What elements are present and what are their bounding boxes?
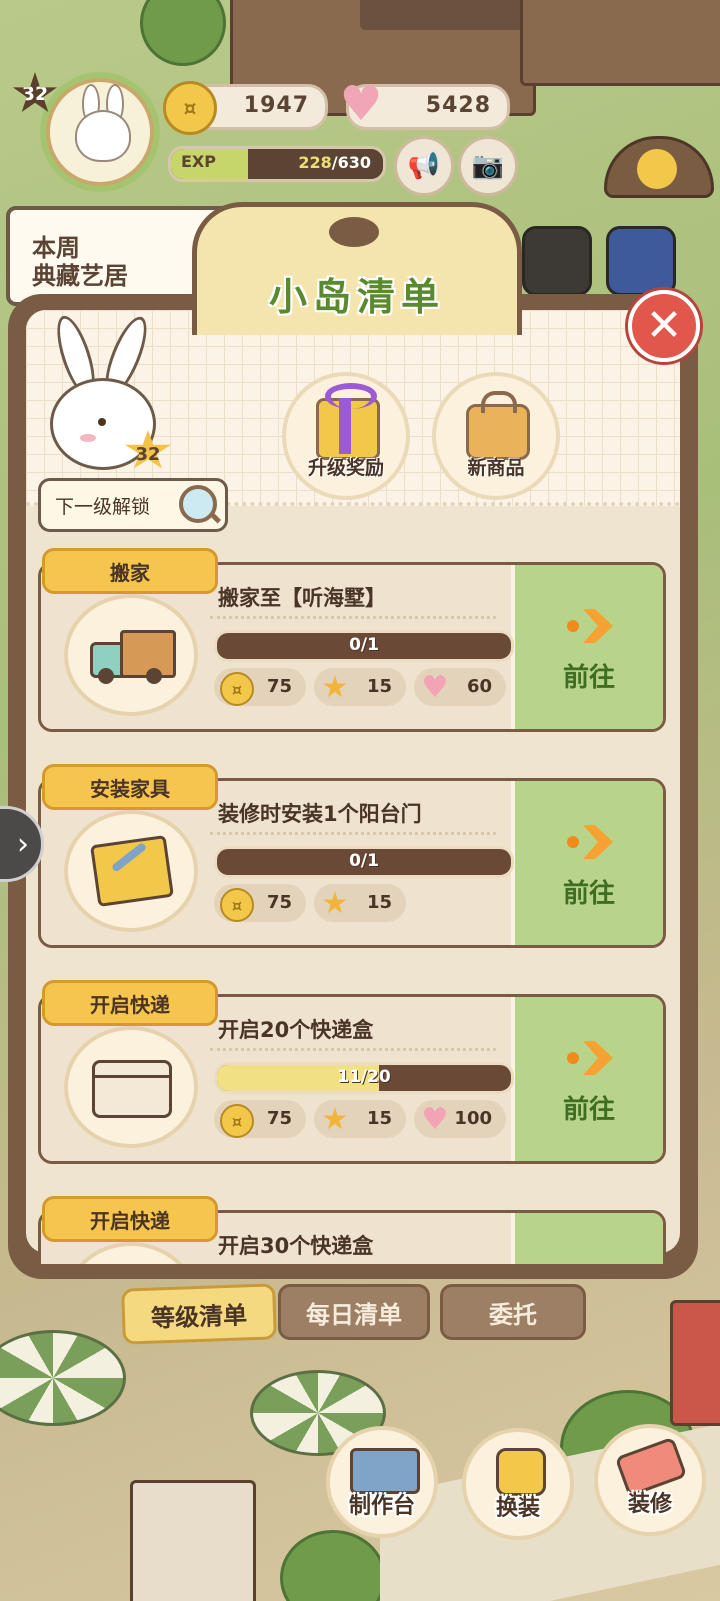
task-category-tab: 安装家具 <box>42 764 218 810</box>
frame-button[interactable] <box>522 226 592 296</box>
task-category-tab: 开启快递 <box>42 980 218 1026</box>
task-card: 安装家具 前往 装修时安装1个阳台门 0/1 ¤ 75 ★ 15 <box>38 764 666 948</box>
task-progress-bar: 0/1 <box>214 846 514 878</box>
reward-star: ★ 15 <box>314 668 406 706</box>
megaphone-icon: 📢 <box>407 151 441 181</box>
reward-star: ★ 15 <box>314 884 406 922</box>
exp-label: EXP <box>181 152 216 171</box>
parcel-box-icon <box>92 1060 172 1118</box>
bunny-mascot <box>32 311 162 470</box>
reward-coin: ¤ 75 <box>214 668 306 706</box>
outfit-icon <box>496 1448 546 1496</box>
panel-title: 小岛清单 <box>268 275 445 319</box>
star-icon: ★ <box>321 1101 349 1137</box>
task-progress-text: 0/1 <box>349 635 379 655</box>
go-label: 前往 <box>562 663 615 693</box>
task-progress-bar: 0/1 <box>214 630 514 662</box>
player-avatar[interactable] <box>46 78 154 186</box>
upgrade-reward-label: 升级奖励 <box>307 457 384 479</box>
magnifier-icon <box>179 485 217 523</box>
task-progress-text: 11/20 <box>337 1067 391 1087</box>
task-icon-disk <box>64 810 198 932</box>
task-icon-disk <box>64 594 198 716</box>
broken-heart-icon: ♥ <box>339 76 383 132</box>
tab-daily-list-label: 每日清单 <box>306 1300 402 1329</box>
task-icon-disk <box>64 1026 198 1148</box>
task-list[interactable]: 搬家 前往 搬家至【听海墅】 0/1 ¤ 75 ★ 15 ♥ 60 安装家具 前往 <box>26 536 686 1264</box>
coin-icon: ¤ <box>220 888 254 922</box>
close-icon: ✕ <box>645 300 683 351</box>
coin-icon: ¤ <box>220 672 254 706</box>
coin-icon: ¤ <box>220 1104 254 1138</box>
gem-button[interactable] <box>606 226 676 296</box>
workbench-label: 制作台 <box>348 1494 415 1519</box>
task-card: 开启快递 开启30个快递盒 <box>38 1196 666 1264</box>
task-category-tab: 开启快递 <box>42 1196 218 1242</box>
outfit-label: 换装 <box>495 1496 540 1521</box>
reward-heart: ♥ 100 <box>414 1100 506 1138</box>
reward-coin: ¤ 75 <box>214 884 306 922</box>
go-label: 前往 <box>562 1095 615 1125</box>
sun-icon <box>637 149 677 189</box>
arrow-right-icon <box>567 823 613 863</box>
heart-icon: ♥ <box>421 669 449 705</box>
bag-icon <box>466 391 530 460</box>
decorate-button[interactable]: 装修 <box>594 1424 706 1536</box>
decorate-label: 装修 <box>627 1492 672 1517</box>
exp-bar: EXP 228/630 <box>168 146 386 182</box>
arrow-right-icon <box>567 1039 613 1079</box>
coin-icon: ¤ <box>163 81 217 135</box>
go-button[interactable]: 前往 <box>511 781 663 945</box>
tab-commission-label: 委托 <box>489 1300 537 1329</box>
workbench-button[interactable]: 制作台 <box>326 1426 438 1538</box>
chevron-right-icon: › <box>17 826 29 862</box>
tab-commission[interactable]: 委托 <box>440 1284 586 1340</box>
heart-icon: ♥ <box>421 1101 449 1137</box>
go-button[interactable]: 前往 <box>511 997 663 1161</box>
gift-icon <box>316 383 380 460</box>
star-icon: ★ <box>321 885 349 921</box>
reward-coin: ¤ 75 <box>214 1100 306 1138</box>
weekly-banner-line1: 本周 <box>32 234 80 262</box>
task-title: 搬家至【听海墅】 <box>218 586 386 610</box>
coin-counter[interactable]: ¤ 1947 <box>163 81 328 135</box>
tab-level-list[interactable]: 等级清单 <box>121 1283 277 1345</box>
go-button[interactable] <box>511 1213 663 1264</box>
task-card: 开启快递 前往 开启20个快递盒 11/20 ¤ 75 ★ 15 ♥ 100 <box>38 980 666 1164</box>
task-category-tab: 搬家 <box>42 548 218 594</box>
toolbox-icon <box>90 835 174 907</box>
unlock-label: 下一级解锁 <box>55 496 151 518</box>
go-label: 前往 <box>562 879 615 909</box>
reward-heart: ♥ 60 <box>414 668 506 706</box>
task-progress-bar: 11/20 <box>214 1062 514 1094</box>
reward-star: ★ 15 <box>314 1100 406 1138</box>
task-title: 开启30个快递盒 <box>218 1234 374 1258</box>
close-button[interactable]: ✕ <box>628 290 700 362</box>
moving-truck-icon <box>90 628 176 684</box>
task-card: 搬家 前往 搬家至【听海墅】 0/1 ¤ 75 ★ 15 ♥ 60 <box>38 548 666 732</box>
task-progress-text: 0/1 <box>349 851 379 871</box>
outfit-button[interactable]: 换装 <box>462 1428 574 1540</box>
camera-icon: 📷 <box>471 151 505 181</box>
task-title: 装修时安装1个阳台门 <box>218 802 422 826</box>
exp-value: 228/630 <box>298 153 371 172</box>
coin-amount: 1947 <box>243 93 309 118</box>
new-items-button[interactable]: 新商品 <box>432 372 560 500</box>
tab-daily-list[interactable]: 每日清单 <box>278 1284 430 1340</box>
new-items-label: 新商品 <box>467 457 525 479</box>
star-icon: ★ <box>321 669 349 705</box>
tab-level-list-label: 等级清单 <box>150 1300 248 1333</box>
camera-button[interactable]: 📷 <box>458 136 518 196</box>
next-level-unlock-button[interactable]: 下一级解锁 <box>38 478 228 532</box>
arrow-right-icon <box>567 607 613 647</box>
task-title: 开启20个快递盒 <box>218 1018 374 1042</box>
heart-amount: 5428 <box>425 93 491 118</box>
go-button[interactable]: 前往 <box>511 565 663 729</box>
announcement-button[interactable]: 📢 <box>394 136 454 196</box>
heart-counter[interactable]: ♥ 5428 <box>339 80 510 130</box>
weekly-banner-line2: 典藏艺居 <box>32 262 128 290</box>
upgrade-reward-button[interactable]: 升级奖励 <box>282 372 410 500</box>
